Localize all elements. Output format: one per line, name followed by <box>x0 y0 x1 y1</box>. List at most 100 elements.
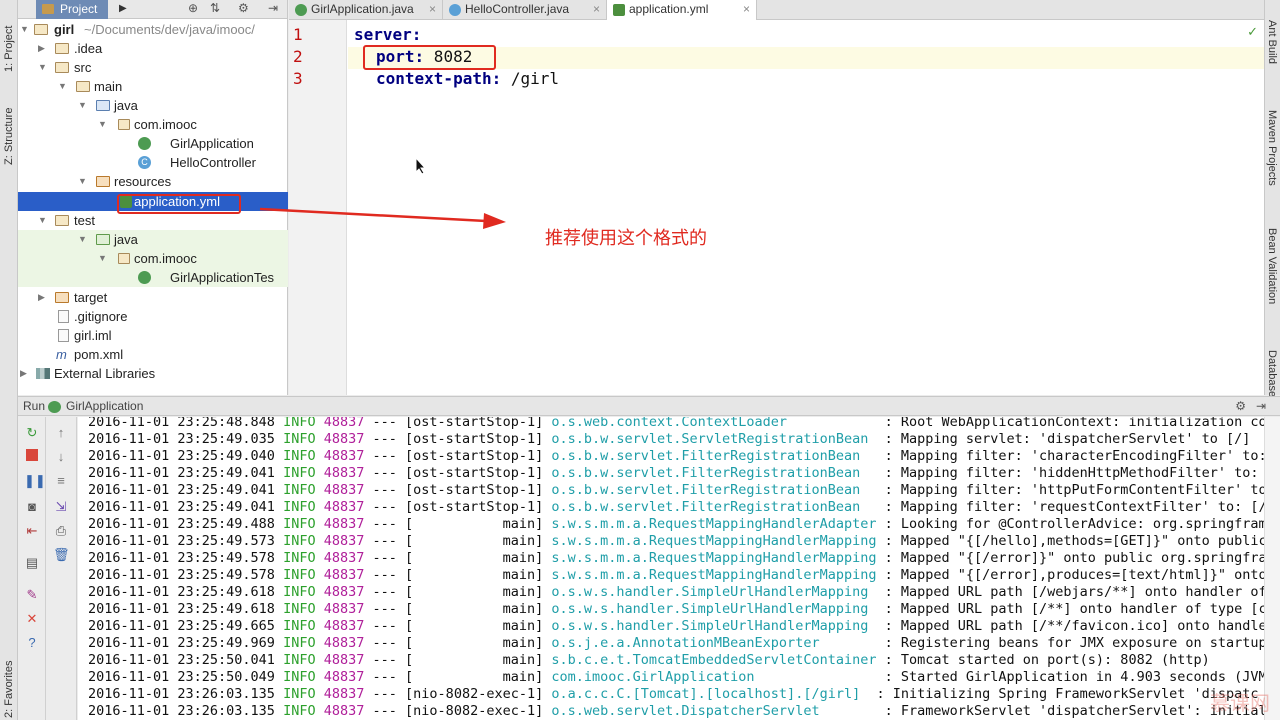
log-source: s.w.s.m.m.a.RequestMappingHandlerAdapter <box>551 516 877 532</box>
tree-item-gitignore[interactable]: .gitignore <box>18 307 288 326</box>
tree-item-external-libraries[interactable]: ▶ External Libraries <box>18 364 288 383</box>
close-icon[interactable]: × <box>743 0 750 19</box>
log-pid: 48837 <box>323 533 365 549</box>
structure-tool-tab[interactable]: Z: Structure <box>1 90 17 180</box>
log-level: INFO <box>283 618 316 634</box>
tree-item-label: girl.iml <box>74 328 112 343</box>
log-pid: 48837 <box>323 516 365 532</box>
tree-item-pom[interactable]: m pom.xml <box>18 345 288 364</box>
project-view-selector[interactable]: Project <box>36 0 108 19</box>
log-pid: 48837 <box>323 652 365 668</box>
gear-icon[interactable]: ⚙ <box>238 1 249 15</box>
camera-icon[interactable]: ◙ <box>24 499 40 515</box>
favorites-tool-label: 2: Favorites <box>3 660 15 718</box>
tab-hello-controller[interactable]: HelloController.java × <box>443 0 607 20</box>
bean-validation-tab[interactable]: Bean Validation <box>1264 228 1280 318</box>
run-toolbar-secondary: ↑ ↓ ≡ ⇲ ⎙ 🗑 <box>47 417 77 720</box>
close-icon[interactable]: × <box>429 0 436 19</box>
help-icon[interactable]: ? <box>24 635 40 651</box>
print-icon[interactable]: ⎙ <box>53 523 69 539</box>
annotation-text: 推荐使用这个格式的 <box>545 228 707 249</box>
stop-icon[interactable] <box>26 449 38 461</box>
console-scrollbar[interactable] <box>1264 417 1280 720</box>
log-thread: [ main] <box>405 652 544 668</box>
line-number: 3 <box>293 69 303 88</box>
tree-item-target[interactable]: ▶ target <box>18 288 288 307</box>
tab-application-yml[interactable]: application.yml × <box>607 0 757 20</box>
target-icon[interactable]: ⊕ <box>188 1 198 15</box>
tree-item-test-package[interactable]: ▼ com.imooc <box>18 249 288 268</box>
project-tab-label: Project <box>60 2 98 16</box>
log-timestamp: 2016-11-01 23:25:49.969 <box>88 635 275 651</box>
tree-item-hello-controller[interactable]: C HelloController <box>18 153 288 172</box>
pause-icon[interactable]: ❚❚ <box>24 473 46 489</box>
scroll-to-end-icon[interactable]: ⇲ <box>53 499 69 515</box>
log-level: INFO <box>283 584 316 600</box>
tree-item-resources[interactable]: ▼ resources <box>18 172 288 191</box>
tree-item-label: target <box>74 290 108 305</box>
tree-item-girl[interactable]: ▼ girl ~/Documents/dev/java/imooc/ <box>18 20 288 39</box>
rerun-icon[interactable]: ↻ <box>24 425 40 441</box>
package-icon <box>118 253 130 264</box>
project-tool-tab[interactable]: 1: Project <box>1 0 17 80</box>
database-tab[interactable]: Database <box>1264 350 1280 398</box>
favorites-tool-tab[interactable]: 2: Favorites <box>1 640 17 720</box>
left-tool-strip: 1: Project Z: Structure 2: Favorites <box>0 0 18 720</box>
tree-item-test-java[interactable]: ▼ java <box>18 230 288 249</box>
layout-icon[interactable]: ▤ <box>24 555 40 571</box>
log-source: o.s.b.w.servlet.ServletRegistrationBean <box>551 431 877 447</box>
arrow-up-icon[interactable]: ↑ <box>53 425 69 441</box>
log-pid: 48837 <box>323 703 365 719</box>
log-thread: [ main] <box>405 669 544 685</box>
tree-item-java[interactable]: ▼ java <box>18 96 288 115</box>
collapse-icon[interactable]: ⇅ <box>210 1 220 15</box>
console-output[interactable]: 2016-11-01 23:25:48.848 INFO 48837 --- [… <box>78 417 1264 720</box>
hide-icon[interactable]: ⇥ <box>268 1 278 15</box>
log-message: : Mapping servlet: 'dispatcherServlet' t… <box>884 431 1251 447</box>
tree-item-girl-application[interactable]: GirlApplication <box>18 134 288 153</box>
code-line-1[interactable]: server: <box>354 25 421 44</box>
yml-file-icon <box>613 4 625 16</box>
log-separator: --- <box>372 431 397 447</box>
log-thread: [ main] <box>405 567 544 583</box>
log-source: o.s.w.s.handler.SimpleUrlHandlerMapping <box>551 601 877 617</box>
trash-icon[interactable]: 🗑 <box>53 547 70 563</box>
folder-icon <box>55 43 69 54</box>
close-icon[interactable]: ✕ <box>24 611 40 627</box>
expand-arrow-icon: ▼ <box>78 176 87 186</box>
class-icon <box>449 4 461 16</box>
hide-icon[interactable]: ⇥ <box>1256 399 1266 413</box>
ant-build-tab[interactable]: Ant Build <box>1264 20 1280 80</box>
tab-label: GirlApplication.java <box>311 2 414 16</box>
tree-item-package[interactable]: ▼ com.imooc <box>18 115 288 134</box>
tree-item-label: GirlApplication <box>170 136 254 151</box>
play-icon[interactable]: ▶ <box>119 3 127 14</box>
database-label: Database <box>1266 350 1278 398</box>
log-separator: --- <box>372 686 397 702</box>
log-message: : Mapped "{[/error]}" onto public org.sp… <box>884 550 1264 566</box>
log-level: INFO <box>283 431 316 447</box>
tree-item-idea[interactable]: ▶ .idea <box>18 39 288 58</box>
arrow-down-icon[interactable]: ↓ <box>53 449 69 465</box>
tree-item-girl-iml[interactable]: girl.iml <box>18 326 288 345</box>
gear-icon[interactable]: ⚙ <box>1235 399 1246 413</box>
pin-icon[interactable]: ✎ <box>24 587 40 603</box>
tree-item-main[interactable]: ▼ main <box>18 77 288 96</box>
soft-wrap-icon[interactable]: ≡ <box>53 473 69 489</box>
tree-item-src[interactable]: ▼ src <box>18 58 288 77</box>
close-icon[interactable]: × <box>593 0 600 19</box>
log-separator: --- <box>372 516 397 532</box>
run-config-name[interactable]: GirlApplication <box>66 399 143 413</box>
resources-folder-icon <box>96 176 110 187</box>
exit-icon[interactable]: ⇤ <box>24 523 40 539</box>
log-message: : Registering beans for JMX exposure on … <box>884 635 1264 651</box>
log-separator: --- <box>372 601 397 617</box>
maven-projects-tab[interactable]: Maven Projects <box>1264 110 1280 200</box>
spring-boot-class-icon <box>138 137 151 150</box>
log-level: INFO <box>283 652 316 668</box>
code-line-3[interactable]: context-path: /girl <box>376 69 559 88</box>
spring-boot-class-icon <box>138 271 151 284</box>
tree-item-test-class[interactable]: GirlApplicationTes <box>18 268 288 287</box>
log-separator: --- <box>372 703 397 719</box>
tab-girl-application[interactable]: GirlApplication.java × <box>289 0 443 20</box>
